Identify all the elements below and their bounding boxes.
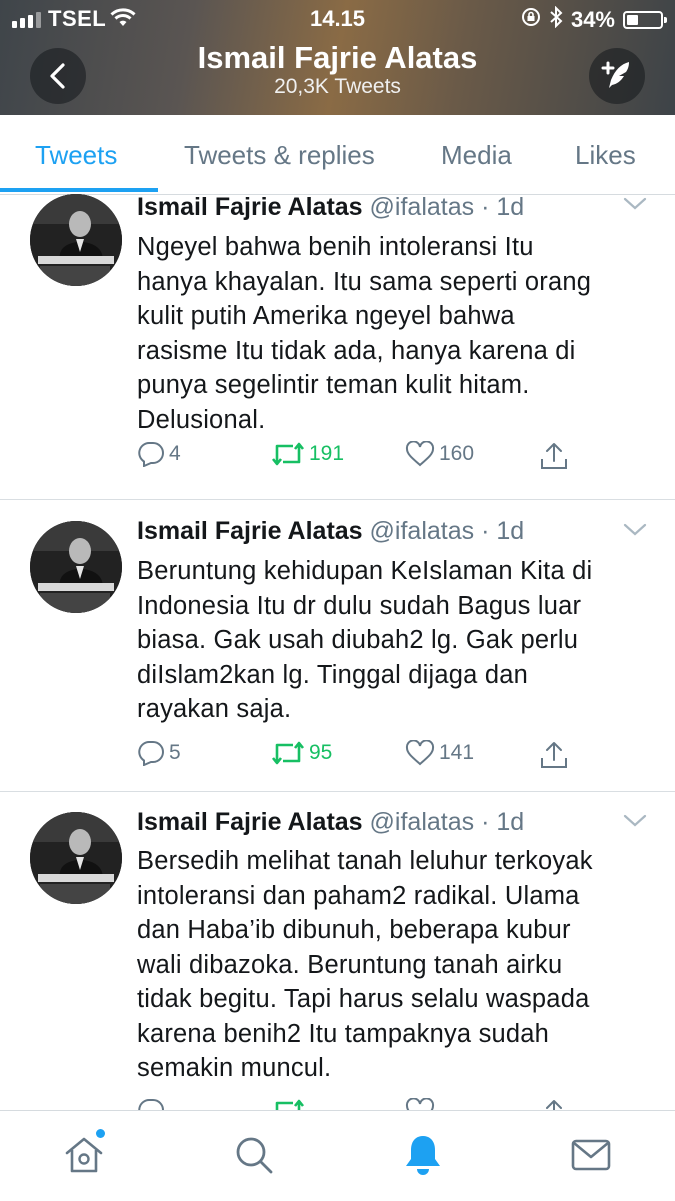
reply-icon	[138, 1099, 164, 1110]
avatar[interactable]	[30, 521, 122, 613]
active-tab-indicator	[0, 188, 158, 192]
reply-button[interactable]: 4	[137, 441, 181, 467]
tweet-actions: 4 191 160	[137, 441, 617, 477]
share-icon	[541, 443, 567, 469]
author-name[interactable]: Ismail Fajrie Alatas	[137, 517, 363, 545]
tweet-time: · 1d	[481, 517, 525, 545]
heart-icon	[405, 1098, 435, 1110]
heart-icon	[405, 740, 435, 766]
status-bar: TSEL 14.15 34%	[0, 0, 675, 38]
author-name[interactable]: Ismail Fajrie Alatas	[137, 194, 363, 221]
tweet-actions: 5 95 141	[137, 740, 617, 776]
retweet-button[interactable]: 95	[271, 740, 332, 766]
author-handle[interactable]: @ifalatas	[370, 517, 475, 545]
tweet-header: Ismail Fajrie Alatas @ifalatas · 1d	[137, 517, 524, 546]
avatar[interactable]	[30, 194, 122, 286]
retweet-button[interactable]	[271, 1098, 305, 1110]
reply-icon	[138, 741, 164, 766]
tweet-time: · 1d	[481, 808, 525, 836]
tweet-header: Ismail Fajrie Alatas @ifalatas · 1d	[137, 808, 524, 837]
search-icon	[236, 1137, 273, 1174]
avatar[interactable]	[30, 812, 122, 904]
messages-tab-button[interactable]	[569, 1133, 613, 1177]
chevron-down-icon[interactable]	[623, 523, 647, 542]
notifications-bell-icon	[406, 1136, 440, 1175]
rotation-lock-icon	[521, 7, 541, 33]
share-button[interactable]	[539, 740, 569, 770]
search-tab-button[interactable]	[232, 1133, 276, 1177]
retweet-icon	[271, 741, 305, 765]
home-tab-button[interactable]	[62, 1129, 106, 1177]
home-icon	[65, 1137, 103, 1173]
notification-dot	[96, 1129, 105, 1138]
like-button[interactable]	[405, 1098, 435, 1110]
tweet-header: Ismail Fajrie Alatas @ifalatas · 1d	[137, 194, 524, 222]
retweet-icon	[271, 442, 305, 466]
bottom-tab-bar	[0, 1110, 675, 1201]
messages-envelope-icon	[571, 1139, 611, 1171]
author-handle[interactable]: @ifalatas	[370, 808, 475, 836]
tweet-feed[interactable]: Ismail Fajrie Alatas @ifalatas · 1d Ngey…	[0, 194, 675, 1110]
tweet-text: Bersedih melihat tanah leluhur terkoyak …	[137, 847, 593, 1082]
tweet[interactable]: Ismail Fajrie Alatas @ifalatas · 1d Ngey…	[0, 194, 675, 500]
share-button[interactable]	[539, 1098, 569, 1110]
share-icon	[541, 742, 567, 768]
tweet[interactable]: Ismail Fajrie Alatas @ifalatas · 1d Beru…	[0, 499, 675, 792]
tweet-text: Ngeyel bahwa benih intoleransi Itu hanya…	[137, 233, 592, 434]
author-handle[interactable]: @ifalatas	[370, 194, 475, 221]
tab-tweets[interactable]: Tweets	[35, 115, 117, 194]
battery-icon	[623, 11, 667, 29]
author-name[interactable]: Ismail Fajrie Alatas	[137, 808, 363, 836]
like-button[interactable]: 141	[405, 740, 474, 766]
reply-icon	[138, 442, 164, 467]
tab-media[interactable]: Media	[441, 115, 512, 194]
reply-button[interactable]: 5	[137, 740, 181, 766]
notifications-tab-button[interactable]	[401, 1133, 445, 1177]
tweet-actions	[137, 1098, 617, 1110]
profile-tabs: Tweets Tweets & replies Media Likes	[0, 115, 675, 195]
tab-tweets-and-replies[interactable]: Tweets & replies	[184, 115, 375, 194]
reply-button[interactable]	[137, 1098, 165, 1110]
tweet-count: 20,3K Tweets	[274, 75, 401, 98]
heart-icon	[405, 441, 435, 467]
chevron-down-icon[interactable]	[623, 814, 647, 833]
compose-tweet-icon	[601, 61, 629, 88]
share-icon	[546, 1100, 562, 1110]
bluetooth-icon	[549, 5, 563, 34]
profile-name-title: Ismail Fajrie Alatas	[197, 40, 478, 75]
tweet-time: · 1d	[481, 194, 525, 221]
retweet-icon	[275, 1099, 305, 1110]
like-button[interactable]: 160	[405, 441, 474, 467]
tab-likes[interactable]: Likes	[575, 115, 636, 194]
compose-tweet-button[interactable]	[589, 48, 645, 104]
tweet-text: Beruntung kehidupan KeIslaman Kita di In…	[137, 557, 593, 723]
profile-header: TSEL 14.15 34% Ismail Fajrie Alatas 20,3…	[0, 0, 675, 115]
chevron-down-icon[interactable]	[623, 197, 647, 216]
share-button[interactable]	[539, 441, 569, 471]
retweet-button[interactable]: 191	[271, 441, 344, 467]
tweet[interactable]: Ismail Fajrie Alatas @ifalatas · 1d Bers…	[0, 792, 675, 1110]
battery-percent: 34%	[570, 7, 615, 32]
